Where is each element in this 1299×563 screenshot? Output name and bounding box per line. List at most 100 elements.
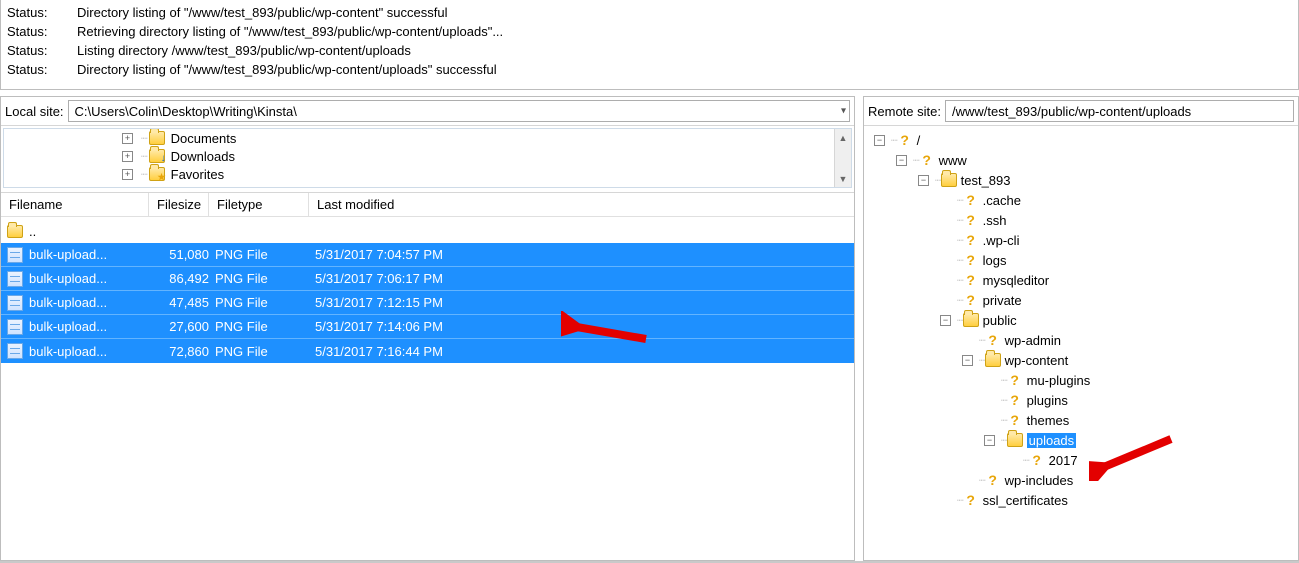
remote-site-bar: Remote site: [864,97,1298,126]
scrollbar[interactable]: ▲ ▼ [834,129,851,187]
tree-spacer [940,215,951,226]
status-label: Status: [7,61,77,80]
unknown-folder-icon: ? [963,253,979,267]
tree-label: .cache [983,193,1021,208]
header-modified[interactable]: Last modified [309,193,854,216]
folder-icon [941,173,957,187]
tree-connector-icon: ┈ [141,150,147,163]
tree-spacer [984,395,995,406]
unknown-folder-icon: ? [985,333,1001,347]
unknown-folder-icon: ? [1007,393,1023,407]
local-tree[interactable]: + ┈ Documents + ┈ ↓ Downloads + ┈ ★ Favo… [3,128,852,188]
tree-item[interactable]: ┈?logs [866,250,1296,270]
parent-dir-row[interactable]: .. [1,219,854,243]
unknown-folder-icon: ? [963,233,979,247]
expand-icon[interactable]: + [122,151,133,162]
remote-site-input[interactable] [945,100,1294,122]
tree-item[interactable]: −┈test_893 [866,170,1296,190]
tree-label: logs [983,253,1007,268]
tree-item[interactable]: ┈?private [866,290,1296,310]
scroll-down-icon[interactable]: ▼ [835,170,851,187]
header-filetype[interactable]: Filetype [209,193,309,216]
collapse-icon[interactable]: − [984,435,995,446]
tree-connector-icon: ┈ [957,314,963,327]
file-row[interactable]: bulk-upload...72,860PNG File5/31/2017 7:… [1,339,854,363]
file-modified: 5/31/2017 7:14:06 PM [315,319,535,334]
tree-label: .ssh [983,213,1007,228]
file-row[interactable]: bulk-upload...51,080PNG File5/31/2017 7:… [1,243,854,267]
unknown-folder-icon: ? [1007,413,1023,427]
tree-item[interactable]: ┈?2017 [866,450,1296,470]
tree-item[interactable]: ┈?.cache [866,190,1296,210]
tree-item[interactable]: ┈?mysqleditor [866,270,1296,290]
tree-label: / [917,133,921,148]
tree-spacer [962,335,973,346]
remote-tree[interactable]: −┈?/−┈?www−┈test_893┈?.cache┈?.ssh┈?.wp-… [864,126,1298,560]
download-overlay-icon: ↓ [161,154,166,164]
file-size: 51,080 [155,247,215,262]
tree-item[interactable]: ┈?themes [866,410,1296,430]
header-filename[interactable]: Filename [1,193,149,216]
tree-item[interactable]: ┈?.ssh [866,210,1296,230]
collapse-icon[interactable]: − [940,315,951,326]
expand-icon[interactable]: + [122,169,133,180]
file-type: PNG File [215,271,315,286]
folder-icon [963,313,979,327]
folder-icon: ↓ [149,149,165,163]
file-icon [7,319,23,335]
local-pane: Local site: ▾ + ┈ Documents + ┈ ↓ Down [0,96,855,561]
local-file-list[interactable]: Filename Filesize Filetype Last modified… [1,192,854,560]
header-filesize[interactable]: Filesize [149,193,209,216]
tree-item[interactable]: −┈public [866,310,1296,330]
file-size: 47,485 [155,295,215,310]
file-icon [7,295,23,311]
file-icon [7,343,23,359]
unknown-folder-icon: ? [963,293,979,307]
tree-item[interactable]: ┈?mu-plugins [866,370,1296,390]
tree-spacer [940,495,951,506]
tree-item[interactable]: −┈?/ [866,130,1296,150]
unknown-folder-icon: ? [897,133,913,147]
file-size: 72,860 [155,344,215,359]
tree-item[interactable]: ┈?ssl_certificates [866,490,1296,510]
tree-label: .wp-cli [983,233,1020,248]
collapse-icon[interactable]: − [896,155,907,166]
tree-label: uploads [1027,433,1077,448]
status-message: Directory listing of "/www/test_893/publ… [77,61,497,80]
tree-item-documents[interactable]: + ┈ Documents [122,129,851,147]
expand-icon[interactable]: + [122,133,133,144]
status-label: Status: [7,23,77,42]
tree-connector-icon: ┈ [1001,434,1007,447]
tree-item[interactable]: ┈?plugins [866,390,1296,410]
tree-item[interactable]: ┈?wp-includes [866,470,1296,490]
tree-spacer [940,235,951,246]
file-row[interactable]: bulk-upload...47,485PNG File5/31/2017 7:… [1,291,854,315]
tree-label: mu-plugins [1027,373,1091,388]
status-log: Status: Directory listing of "/www/test_… [0,0,1299,90]
unknown-folder-icon: ? [919,153,935,167]
tree-spacer [940,195,951,206]
tree-item[interactable]: −┈?www [866,150,1296,170]
tree-label: wp-admin [1005,333,1061,348]
tree-item-downloads[interactable]: + ┈ ↓ Downloads [122,147,851,165]
collapse-icon[interactable]: − [962,355,973,366]
unknown-folder-icon: ? [963,273,979,287]
status-row: Status: Directory listing of "/www/test_… [7,4,1292,23]
tree-item[interactable]: ┈?.wp-cli [866,230,1296,250]
tree-item[interactable]: ┈?wp-admin [866,330,1296,350]
scroll-up-icon[interactable]: ▲ [835,129,851,146]
tree-label: plugins [1027,393,1068,408]
tree-label: ssl_certificates [983,493,1068,508]
status-message: Retrieving directory listing of "/www/te… [77,23,503,42]
collapse-icon[interactable]: − [918,175,929,186]
tree-item[interactable]: −┈wp-content [866,350,1296,370]
tree-item-favorites[interactable]: + ┈ ★ Favorites [122,165,851,183]
collapse-icon[interactable]: − [874,135,885,146]
tree-item[interactable]: −┈ uploads [866,430,1296,450]
file-row[interactable]: bulk-upload...86,492PNG File5/31/2017 7:… [1,267,854,291]
file-row[interactable]: bulk-upload...27,600PNG File5/31/2017 7:… [1,315,854,339]
status-row: Status: Directory listing of "/www/test_… [7,61,1292,80]
file-list-headers[interactable]: Filename Filesize Filetype Last modified [1,193,854,217]
local-site-input[interactable] [68,100,850,122]
tree-label: Downloads [171,149,235,164]
